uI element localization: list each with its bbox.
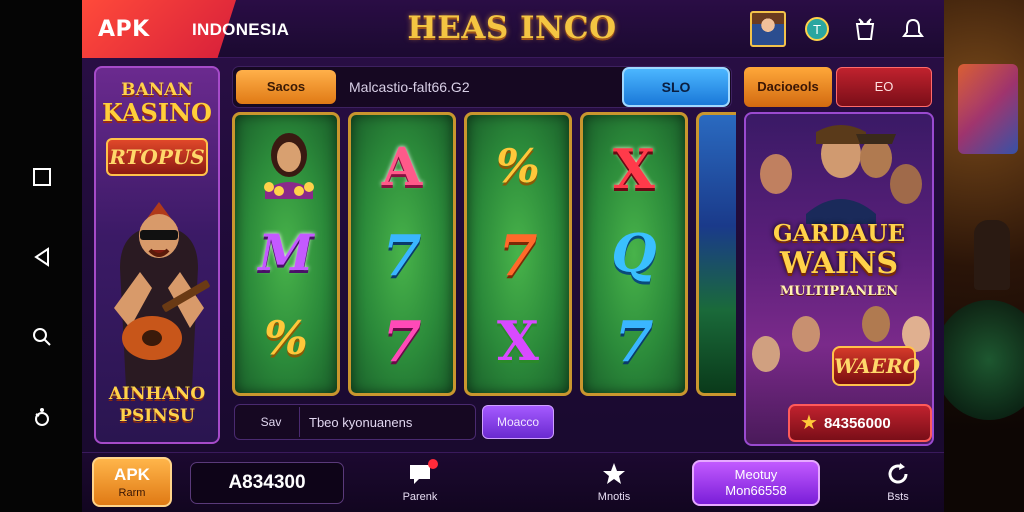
symbol-q: Q <box>611 223 657 284</box>
bet-label: Sav <box>260 415 282 429</box>
casino-backdrop <box>944 0 1024 512</box>
apk-label: APK <box>114 465 150 484</box>
reel-3: % 7 X <box>464 112 572 396</box>
backdrop-table <box>944 300 1024 420</box>
balance-display: A834300 <box>190 462 344 504</box>
bet-value: Tbeo kyonuanens <box>309 415 413 430</box>
recent-apps-square-icon[interactable] <box>31 166 53 188</box>
symbol-percent: % <box>496 139 540 193</box>
bet-field[interactable]: Sav Tbeo kyonuanens <box>234 404 476 440</box>
reel-2: A 7 7 <box>348 112 456 396</box>
apk-button[interactable]: APK Rarm <box>92 457 172 507</box>
nav-messages[interactable]: Parenk <box>388 459 452 509</box>
promo-left-bottom1: AINHANO <box>108 384 206 404</box>
slot-reels[interactable]: M % A 7 7 % 7 X X Q 7 <box>232 112 736 396</box>
game-title: HEAS INCO <box>407 10 617 46</box>
star-icon: ★ <box>800 412 818 434</box>
svg-text:T: T <box>812 23 821 37</box>
nav-favorites-label: Mnotis <box>597 491 631 503</box>
nav-favorites[interactable]: Mnotis <box>582 459 646 509</box>
right-panel-tabs: Dacioeols EO <box>744 66 934 108</box>
woman-avatar-symbol <box>264 133 314 199</box>
symbol-percent: % <box>264 311 308 365</box>
top-bar: APK INDONESIA HEAS INCO T <box>82 0 944 58</box>
reel-4: X Q 7 <box>580 112 688 396</box>
region-label: INDONESIA <box>192 20 290 39</box>
backdrop-chair <box>974 220 1010 290</box>
symbol-seven-blue: 7 <box>614 309 654 375</box>
symbol-m: M <box>258 223 314 282</box>
partial-reel-preview <box>696 112 736 396</box>
right-promo-title3: MULTIPIANLEN <box>779 284 899 299</box>
symbol-x-purple: X <box>497 309 539 373</box>
slot-button[interactable]: SLO <box>622 67 730 107</box>
rocker-guitarist-illustration <box>114 202 210 388</box>
right-promo-title1: GARDAUE <box>773 220 905 247</box>
nav-stats-label: Bsts <box>887 491 909 503</box>
notification-dot <box>428 459 438 469</box>
right-promo-title2: WAINS <box>779 246 899 281</box>
bet-action-button[interactable]: Moacco <box>482 405 554 439</box>
tab-dacioeols[interactable]: Dacioeols <box>744 67 832 107</box>
symbol-seven-blue: 7 <box>382 223 422 289</box>
promo-button-line1: Meotuy <box>734 467 778 482</box>
casino-app: APK INDONESIA HEAS INCO T BANAN KASINO R… <box>82 0 944 512</box>
symbol-x-red: X <box>613 137 655 201</box>
tab-eo[interactable]: EO <box>836 67 932 107</box>
right-promo-badge: WAERO <box>832 346 920 386</box>
symbol-seven-orange: 7 <box>498 223 538 289</box>
gift-bag-icon[interactable] <box>848 12 882 46</box>
bottom-bar: APK Rarm A834300 Parenk Mnotis Meotuy Mo… <box>82 452 944 512</box>
bell-icon[interactable] <box>896 12 930 46</box>
right-promo-banner[interactable]: GARDAUE WAINS MULTIPIANLEN WAERO ★ 84356… <box>744 112 934 446</box>
promo-button[interactable]: Meotuy Mon66558 <box>692 460 820 506</box>
promo-left-badge: RTOPUS <box>106 138 208 176</box>
chat-icon[interactable]: T <box>800 12 834 46</box>
nav-stats[interactable]: Bsts <box>866 459 930 509</box>
search-icon[interactable] <box>31 326 53 348</box>
symbol-seven-pink: 7 <box>382 309 422 375</box>
jackpot-button[interactable]: ★ 84356000 <box>788 404 932 442</box>
refresh-icon <box>888 463 908 484</box>
promo-left-line2: KASINO <box>102 98 212 127</box>
brand-text: APK <box>98 16 150 42</box>
back-triangle-icon[interactable] <box>31 246 53 268</box>
star-icon <box>603 463 625 484</box>
assistant-icon[interactable] <box>31 406 53 428</box>
user-avatar[interactable] <box>750 11 786 47</box>
jackpot-value: 84356000 <box>823 414 891 432</box>
symbol-a: A <box>381 137 423 198</box>
system-nav-bar <box>0 0 82 512</box>
apk-sub-label: Rarm <box>118 487 146 499</box>
category-chip[interactable]: Sacos <box>236 70 336 104</box>
promo-left-line1: BANAN <box>121 80 193 100</box>
nav-messages-label: Parenk <box>402 491 438 503</box>
bet-divider <box>299 407 300 437</box>
left-promo-banner[interactable]: BANAN KASINO RTOPUS AINHANO PSINSU <box>94 66 220 444</box>
promo-button-line2: Mon66558 <box>725 483 787 498</box>
promo-left-bottom2: PSINSU <box>119 406 195 426</box>
bet-row: Sav Tbeo kyonuanens Moacco <box>232 404 732 440</box>
top-icons: T <box>750 11 930 47</box>
backdrop-screen <box>958 64 1018 154</box>
reel-1: M % <box>232 112 340 396</box>
search-input[interactable]: Malcastio-falt66.G2 <box>349 79 470 95</box>
